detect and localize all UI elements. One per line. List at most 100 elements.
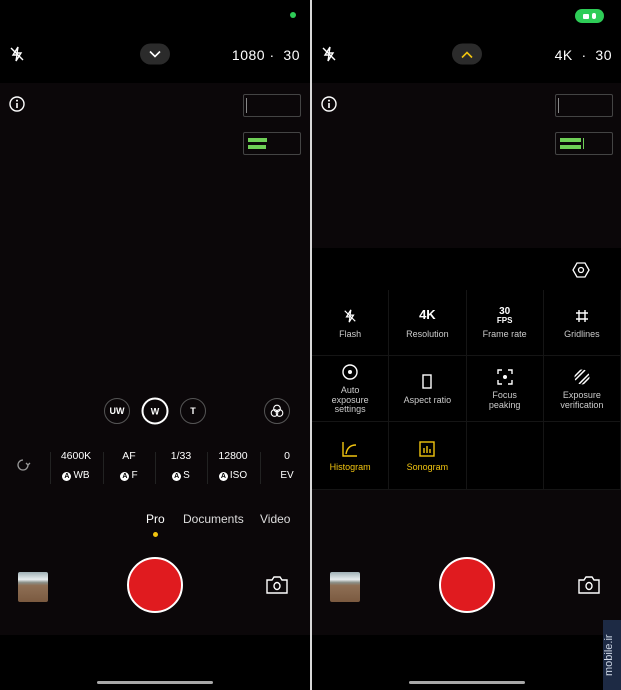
param-label: F — [131, 470, 138, 481]
quick-setting-aspect-ratio[interactable]: Aspect ratio — [389, 356, 467, 422]
quick-setting-label: Frame rate — [482, 328, 527, 339]
quick-setting-label: Aspect ratio — [403, 394, 452, 405]
camera-icon — [583, 13, 589, 19]
histogram-icon — [342, 439, 358, 459]
sonogram-icon — [419, 439, 436, 459]
param-value: 0 — [284, 450, 290, 462]
quick-setting-label: Sonogram — [406, 461, 449, 472]
focus-peaking-icon — [496, 367, 513, 387]
resolution-icon: 4K — [419, 307, 436, 323]
camera-screen-pro: 1080 · 30 UW W T 4600K A WB AF A F 1/33 A S 12… — [0, 0, 310, 690]
camera-switch-icon[interactable] — [577, 575, 601, 595]
param-white-balance[interactable]: 4600K A WB — [50, 450, 102, 481]
gallery-thumbnail[interactable] — [18, 572, 48, 602]
flash-off-icon — [343, 306, 357, 326]
quick-setting-flash[interactable]: Flash — [312, 290, 390, 356]
gallery-thumbnail[interactable] — [330, 572, 360, 602]
record-button[interactable] — [439, 557, 495, 613]
mode-pro[interactable]: Pro — [146, 512, 165, 526]
home-indicator[interactable] — [409, 681, 525, 684]
camera-screen-settings: 4K · 30 Flash 4K Resolution 30 FPS Frame rate… — [312, 0, 621, 690]
param-value: AF — [122, 450, 136, 462]
reset-icon[interactable] — [15, 457, 31, 473]
param-value: 4600K — [60, 450, 92, 462]
param-ev[interactable]: 0 EV — [261, 450, 310, 481]
quick-setting-auto-exposure-settings[interactable]: Auto exposure settings — [312, 356, 390, 422]
zebra-icon — [574, 367, 590, 387]
quick-setting-focus-peaking[interactable]: Focus peaking — [466, 356, 544, 422]
resolution-label: 1080 — [231, 47, 266, 63]
param-label: EV — [280, 470, 294, 481]
grid-icon — [575, 306, 589, 326]
auto-badge-icon: A — [120, 472, 130, 481]
quick-setting-resolution[interactable]: 4K Resolution — [389, 290, 467, 356]
lens-w-button[interactable]: W — [141, 397, 169, 425]
watermark: mobile.ir — [603, 620, 621, 690]
filters-icon — [270, 404, 284, 417]
param-shutter[interactable]: 1/33 A S — [155, 450, 207, 481]
fps-label: 30 — [595, 47, 612, 63]
mode-video[interactable]: Video — [260, 512, 290, 526]
quick-setting-label: Histogram — [329, 461, 371, 472]
settings-icon[interactable] — [572, 261, 590, 279]
info-icon[interactable] — [9, 96, 25, 112]
filters-button[interactable] — [264, 398, 290, 424]
param-label: S — [183, 470, 190, 481]
chevron-up-icon — [461, 50, 473, 58]
param-value: 1/33 — [170, 450, 192, 462]
quick-setting-label: Flash — [339, 328, 362, 339]
quick-setting-label: Auto exposure settings — [331, 384, 369, 415]
histogram-box — [555, 94, 613, 117]
collapse-settings-button[interactable] — [452, 43, 482, 65]
lens-uw-button[interactable]: UW — [104, 398, 130, 424]
quick-setting-frame-rate[interactable]: 30 FPS Frame rate — [466, 290, 544, 356]
resolution-label: 4K — [554, 47, 573, 63]
camera-in-use-dot — [290, 12, 296, 18]
param-focus[interactable]: AF A F — [103, 450, 155, 481]
empty-tile — [543, 422, 621, 490]
expand-settings-button[interactable] — [140, 43, 170, 65]
chevron-down-icon — [149, 50, 161, 58]
auto-badge-icon: A — [62, 472, 72, 481]
camera-switch-icon[interactable] — [265, 575, 289, 595]
frame-rate-icon: 30 FPS — [496, 305, 513, 325]
param-value: 12800 — [218, 450, 248, 462]
viewfinder[interactable] — [0, 83, 310, 635]
empty-tile — [466, 422, 544, 490]
video-format-indicator[interactable]: 4K · 30 — [555, 47, 612, 63]
quick-setting-label: Resolution — [406, 328, 449, 339]
quick-setting-sonogram[interactable]: Sonogram — [389, 422, 467, 490]
active-mode-indicator — [153, 532, 158, 537]
quick-settings-grid: Flash 4K Resolution 30 FPS Frame rate Gridline… — [312, 290, 621, 490]
param-label: ISO — [229, 470, 248, 481]
microphone-icon — [592, 13, 596, 19]
audio-level-meter — [243, 132, 301, 155]
home-indicator[interactable] — [97, 681, 213, 684]
quick-settings-panel: Flash 4K Resolution 30 FPS Frame rate Gridline… — [312, 248, 621, 490]
separator: · — [269, 47, 275, 63]
auto-exposure-icon — [342, 362, 358, 382]
quick-setting-label: Exposure verification — [560, 389, 604, 410]
video-format-indicator[interactable]: 1080 · 30 — [232, 47, 300, 63]
mode-documents[interactable]: Documents — [183, 512, 244, 526]
quick-setting-exposure-verification[interactable]: Exposure verification — [543, 356, 621, 422]
quick-setting-histogram[interactable]: Histogram — [312, 422, 390, 490]
audio-level-meter — [555, 132, 613, 155]
auto-badge-icon: A — [218, 472, 228, 481]
privacy-indicator[interactable] — [575, 9, 604, 23]
param-label: WB — [73, 470, 90, 481]
aspect-ratio-icon — [422, 372, 433, 392]
info-icon[interactable] — [321, 96, 337, 112]
quick-setting-label: Focus peaking — [488, 389, 521, 410]
quick-setting-label: Gridlines — [564, 328, 600, 339]
flash-off-icon[interactable] — [9, 46, 25, 62]
separator: · — [581, 47, 587, 63]
param-iso[interactable]: 12800 A ISO — [207, 450, 259, 481]
auto-badge-icon: A — [172, 472, 182, 481]
quick-setting-gridlines[interactable]: Gridlines — [543, 290, 621, 356]
record-button[interactable] — [127, 557, 183, 613]
lens-t-button[interactable]: T — [180, 398, 206, 424]
fps-label: 30 — [283, 47, 300, 63]
histogram-box — [243, 94, 301, 117]
flash-off-icon[interactable] — [321, 46, 337, 62]
